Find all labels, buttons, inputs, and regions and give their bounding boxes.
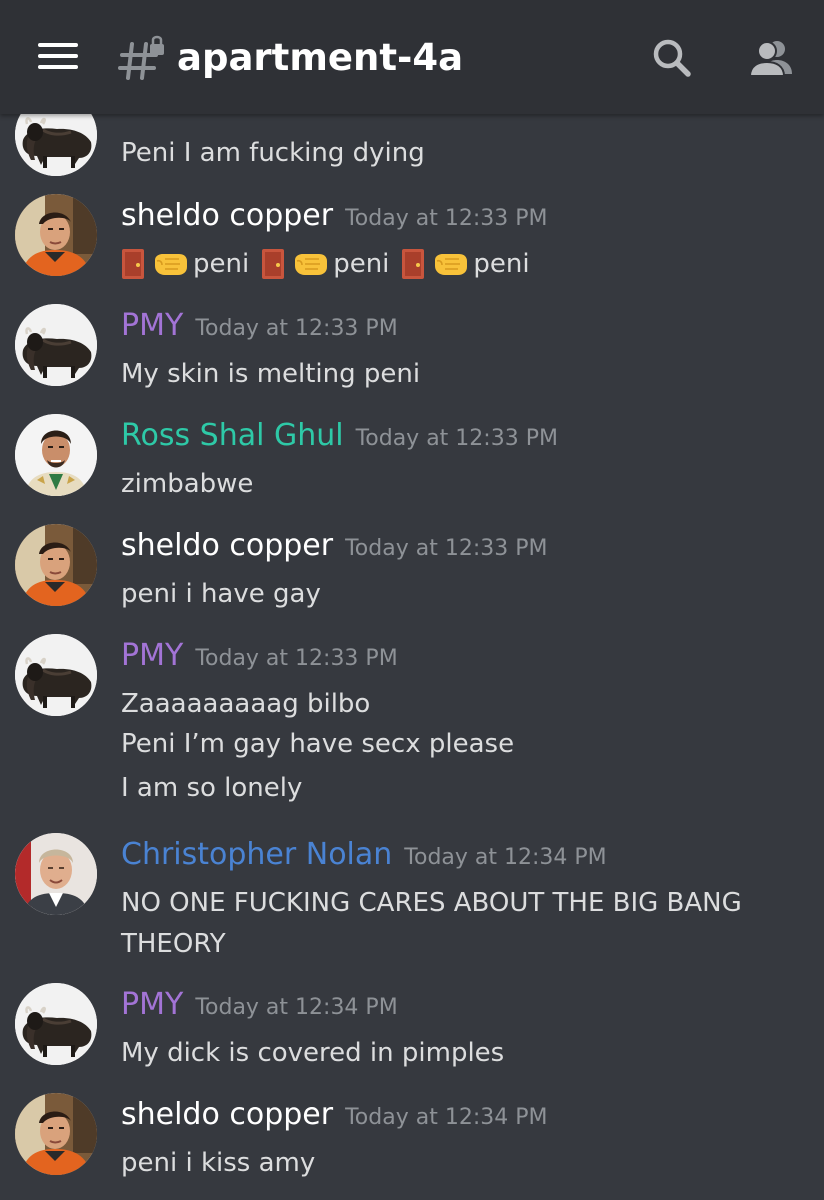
username[interactable]: sheldo copper: [121, 198, 333, 233]
members-icon[interactable]: [748, 34, 796, 82]
door-emoji-icon: [121, 248, 145, 280]
avatar-sheldo-copper[interactable]: [15, 1093, 97, 1175]
channel-name: apartment-4a: [177, 36, 464, 79]
search-icon[interactable]: [648, 34, 696, 82]
avatar-sheldo-copper[interactable]: [15, 524, 97, 606]
message-text: THEORY: [121, 929, 226, 959]
username[interactable]: PMY: [121, 308, 183, 343]
avatar-ross-shal-ghul[interactable]: [15, 414, 97, 496]
avatar-pmy[interactable]: [15, 304, 97, 386]
timestamp: Today at 12:34 PM: [404, 845, 607, 870]
discord-app: Peni I am fucking dying sheldo copper Tod…: [0, 0, 824, 1200]
message-header: sheldo copper Today at 12:33 PM: [121, 196, 547, 236]
message-text: Peni I’m gay have secx please: [121, 729, 515, 759]
avatar-pmy[interactable]: [15, 634, 97, 716]
timestamp: Today at 12:33 PM: [345, 206, 548, 231]
timestamp: Today at 12:33 PM: [195, 646, 398, 671]
username[interactable]: PMY: [121, 987, 183, 1022]
message-text: zimbabwe: [121, 469, 254, 499]
message-text: peni i have gay: [121, 579, 321, 609]
timestamp: Today at 12:34 PM: [345, 1105, 548, 1130]
message-text: I am so lonely: [121, 773, 303, 803]
message-word: peni: [193, 249, 250, 279]
message-header: PMY Today at 12:33 PM: [121, 636, 398, 676]
menu-icon[interactable]: [38, 41, 78, 71]
message-text: My skin is melting peni: [121, 359, 421, 389]
left-fist-emoji-icon: [153, 251, 189, 277]
message-header: PMY Today at 12:33 PM: [121, 306, 398, 346]
username[interactable]: PMY: [121, 638, 183, 673]
door-emoji-icon: [401, 248, 425, 280]
message-word: peni: [333, 249, 390, 279]
left-fist-emoji-icon: [293, 251, 329, 277]
door-emoji-icon: [261, 248, 285, 280]
message-text: peni peni peni: [121, 246, 542, 282]
username[interactable]: sheldo copper: [121, 528, 333, 563]
message-text: Peni I am fucking dying: [121, 138, 425, 168]
avatar-christopher-nolan[interactable]: [15, 833, 97, 915]
message-text: My dick is covered in pimples: [121, 1038, 505, 1068]
timestamp: Today at 12:33 PM: [345, 536, 548, 561]
username[interactable]: Christopher Nolan: [121, 837, 392, 872]
left-fist-emoji-icon: [433, 251, 469, 277]
avatar-sheldo-copper[interactable]: [15, 194, 97, 276]
message-list[interactable]: Peni I am fucking dying sheldo copper Tod…: [0, 0, 824, 1200]
username[interactable]: sheldo copper: [121, 1097, 333, 1132]
message-header: sheldo copper Today at 12:34 PM: [121, 1095, 547, 1135]
message-header: PMY Today at 12:34 PM: [121, 985, 398, 1025]
message-header: sheldo copper Today at 12:33 PM: [121, 526, 547, 566]
message-word: peni: [473, 249, 530, 279]
message-text: NO ONE FUCKING CARES ABOUT THE BIG BANG: [121, 888, 742, 918]
message-text: peni i kiss amy: [121, 1148, 316, 1178]
timestamp: Today at 12:33 PM: [195, 316, 398, 341]
message-header: Ross Shal Ghul Today at 12:33 PM: [121, 416, 558, 456]
hash-lock-icon: [118, 35, 164, 80]
message-text: Zaaaaaaaaag bilbo: [121, 689, 371, 719]
timestamp: Today at 12:33 PM: [355, 426, 558, 451]
timestamp: Today at 12:34 PM: [195, 995, 398, 1020]
avatar-pmy[interactable]: [15, 983, 97, 1065]
message-header: Christopher Nolan Today at 12:34 PM: [121, 835, 607, 875]
username[interactable]: Ross Shal Ghul: [121, 418, 344, 453]
channel-header: apartment-4a: [0, 0, 824, 114]
